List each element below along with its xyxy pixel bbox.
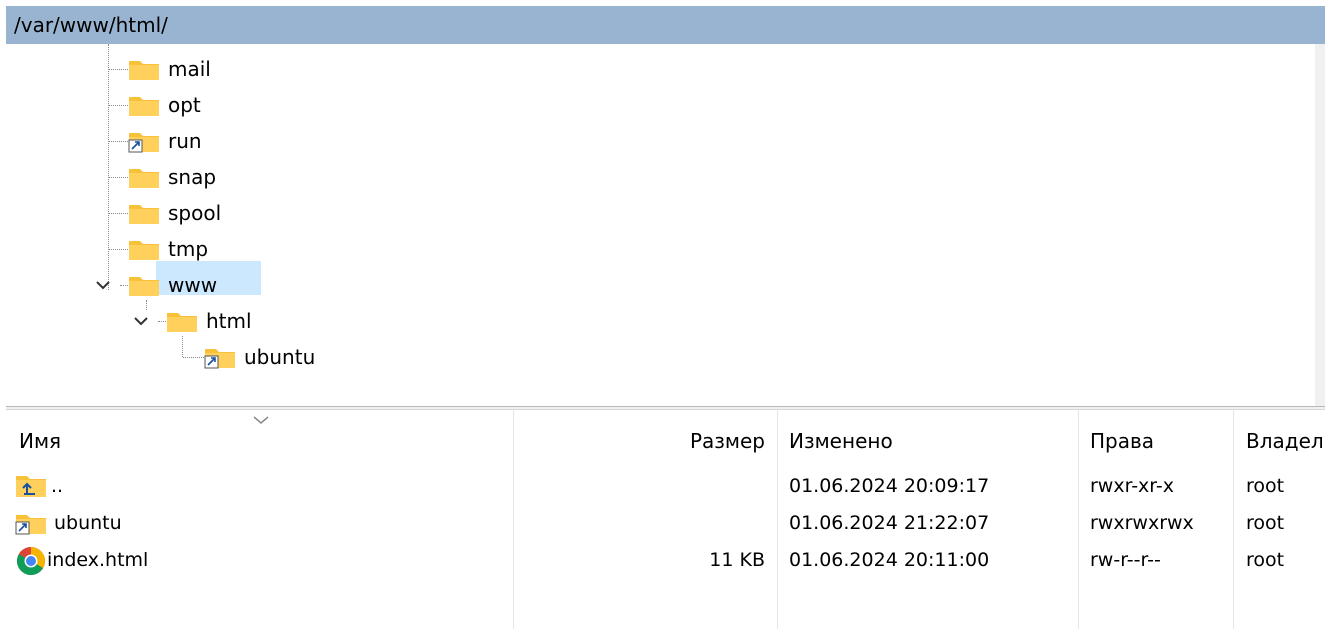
- folder-icon: [129, 61, 159, 80]
- folder-link-icon: [204, 349, 235, 369]
- file-manager-window: /var/www/html/ mail opt run snap spool t…: [0, 0, 1325, 629]
- tree-connector: [109, 249, 128, 250]
- file-size: [513, 468, 765, 504]
- file-size: [513, 505, 765, 541]
- tree-item-label: run: [168, 129, 202, 153]
- tree-connector: [183, 357, 204, 358]
- chevron-down-icon[interactable]: [95, 278, 111, 292]
- file-modified: 01.06.2024 21:22:07: [789, 512, 990, 534]
- column-header-size[interactable]: Размер: [513, 420, 765, 462]
- tree-connector: [109, 177, 128, 178]
- folder-icon: [129, 205, 159, 224]
- file-rights: rw-r--r--: [1090, 549, 1161, 571]
- file-modified: 01.06.2024 20:11:00: [789, 549, 990, 571]
- tree-item-label: www: [168, 273, 218, 297]
- path-bar[interactable]: /var/www/html/: [6, 6, 1325, 44]
- tree-item-label: spool: [168, 201, 222, 225]
- folder-icon: [167, 313, 197, 332]
- tree-item-label: ubuntu: [244, 345, 316, 369]
- tree-item-label: html: [206, 309, 252, 333]
- file-name: index.html: [47, 549, 149, 571]
- tree-scrollbar[interactable]: [1315, 44, 1325, 406]
- file-rights: rwxr-xr-x: [1090, 475, 1174, 497]
- chevron-down-icon[interactable]: [133, 314, 149, 328]
- tree-connector: [108, 44, 109, 290]
- tree-connector: [182, 336, 183, 357]
- folder-icon: [129, 277, 159, 296]
- file-name: ubuntu: [54, 512, 122, 534]
- folder-icon: [129, 97, 159, 116]
- column-header-rights[interactable]: Права: [1090, 420, 1154, 462]
- tree-item-label: opt: [168, 93, 201, 117]
- file-owner: root: [1246, 549, 1285, 571]
- folder-icon: [129, 169, 159, 188]
- chrome-icon: [16, 547, 45, 576]
- tree-connector: [120, 285, 128, 286]
- file-row-ubuntu[interactable]: ubuntu 01.06.2024 21:22:07 rwxrwxrwx roo…: [6, 505, 1325, 541]
- tree-connector: [109, 105, 128, 106]
- tree-connector: [109, 141, 128, 142]
- column-header-owner[interactable]: Владел: [1246, 420, 1324, 462]
- parent-folder-icon: [16, 476, 46, 497]
- folder-link-icon: [15, 515, 46, 535]
- tree-item-label: tmp: [168, 237, 209, 261]
- tree-connector: [109, 69, 128, 70]
- tree-item-label: mail: [168, 57, 211, 81]
- file-rights: rwxrwxrwx: [1090, 512, 1194, 534]
- column-header-modified[interactable]: Изменено: [789, 420, 893, 462]
- path-text: /var/www/html/: [14, 13, 168, 37]
- folder-icon: [129, 241, 159, 260]
- folder-link-icon: [128, 133, 159, 153]
- tree-item-label: snap: [168, 165, 217, 189]
- file-owner: root: [1246, 512, 1285, 534]
- file-row-parent[interactable]: .. 01.06.2024 20:09:17 rwxr-xr-x root: [6, 468, 1325, 504]
- file-row-index-html[interactable]: index.html 11 KB 01.06.2024 20:11:00 rw-…: [6, 542, 1325, 578]
- file-modified: 01.06.2024 20:09:17: [789, 475, 990, 497]
- tree-connector: [158, 321, 166, 322]
- tree-connector: [146, 300, 147, 310]
- tree-connector: [109, 213, 128, 214]
- file-list-header: Имя Размер Изменено Права Владел: [6, 420, 1325, 462]
- file-owner: root: [1246, 475, 1285, 497]
- column-header-name[interactable]: Имя: [19, 420, 61, 462]
- file-size: 11 KB: [709, 549, 765, 571]
- file-name: ..: [51, 475, 64, 497]
